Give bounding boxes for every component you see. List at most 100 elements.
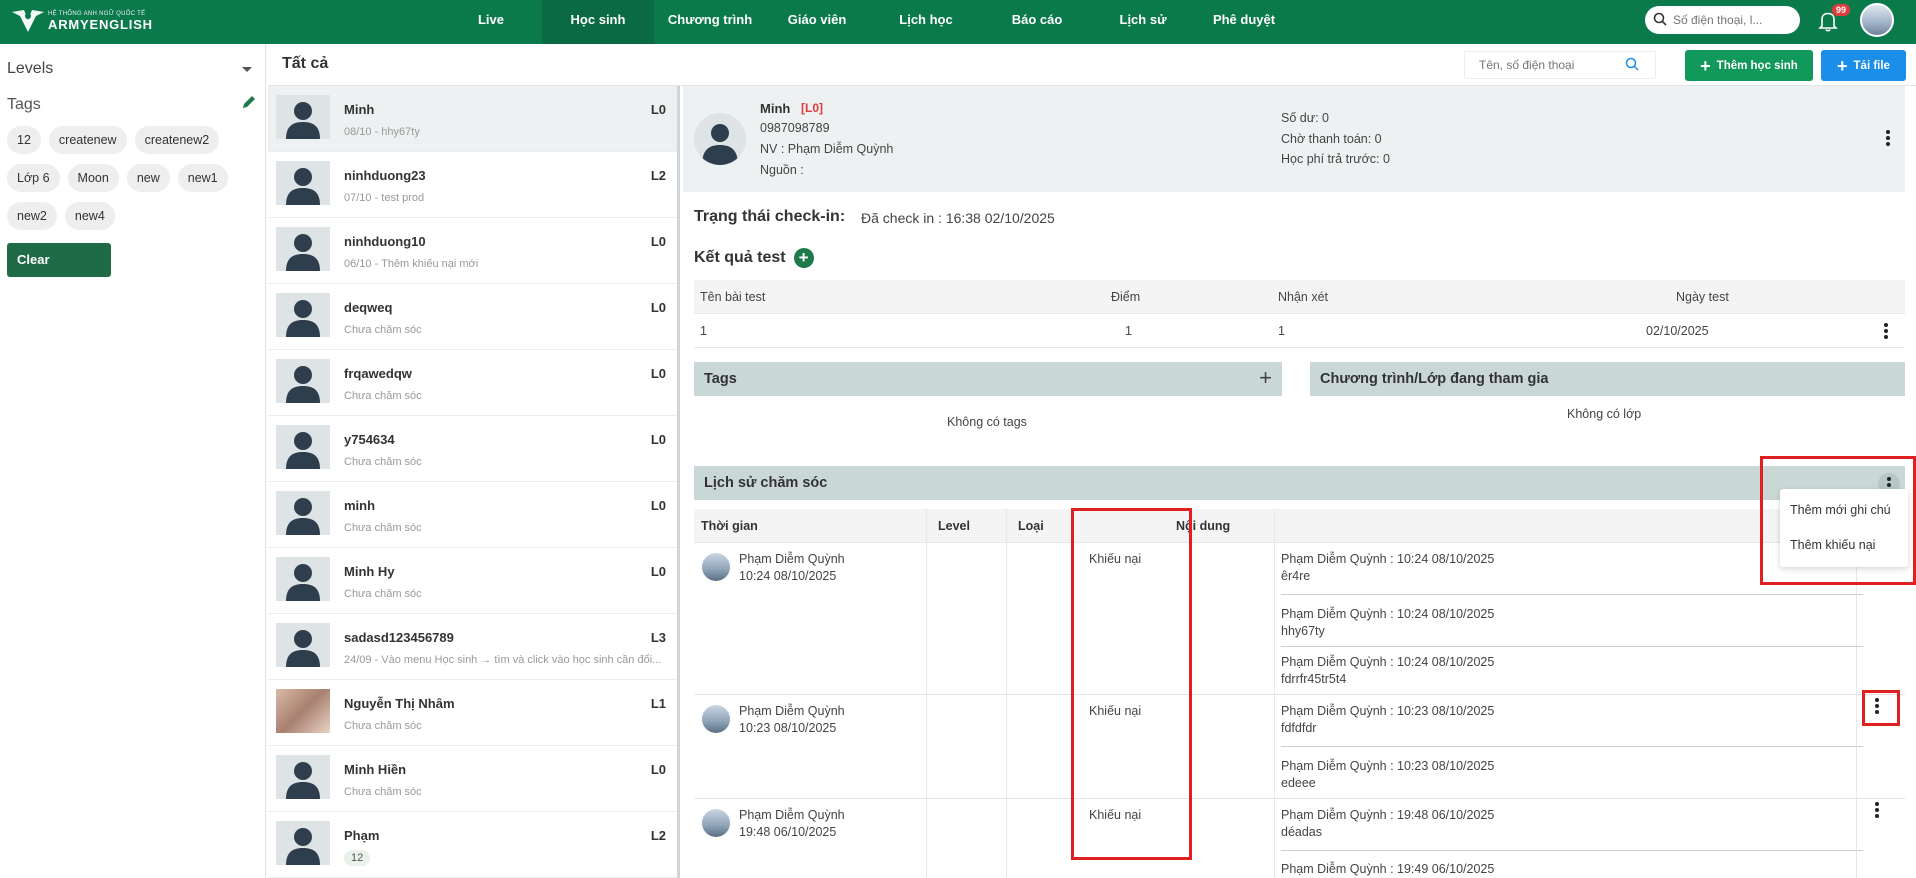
student-row[interactable]: Nguyễn Thị Nhâm Chưa chăm sóc L1 [268,680,677,746]
student-search-input[interactable] [1465,58,1625,72]
student-level: L0 [650,366,666,381]
top-search-input[interactable] [1673,13,1793,27]
student-note: Chưa chăm sóc [344,720,422,732]
highlight-box [1760,456,1916,585]
student-name: ninhduong23 [344,168,426,183]
tag-chip-list: 12 createnew createnew2 Lớp 6 Moon new n… [7,126,257,230]
student-note: 08/10 - hhy67ty [344,126,420,138]
student-row[interactable]: Phạm 12 L2 [268,812,677,878]
tag-chip[interactable]: new4 [64,202,115,230]
search-icon[interactable] [1625,57,1639,74]
profile-prepaid: Học phí trả trước: 0 [1281,152,1390,166]
student-level: L1 [650,696,666,711]
checkin-label: Trạng thái check-in: [694,208,846,225]
student-level: L0 [650,564,666,579]
add-test-icon[interactable]: + [793,248,814,268]
tag-chip[interactable]: Moon [67,164,119,192]
student-note: Chưa chăm sóc [344,324,422,336]
row-divider [694,798,1905,799]
search-icon [1653,12,1667,29]
more-options-icon[interactable] [1886,130,1890,148]
default-avatar-icon [276,359,330,403]
nav-item-chuong-trinh[interactable]: Chương trình [654,0,766,44]
brand-logo[interactable]: HỆ THỐNG ANH NGỮ QUỐC TẾ ARMYENGLISH [10,6,153,36]
default-avatar-icon [276,623,330,667]
add-tag-icon[interactable]: + [1259,365,1272,391]
student-level: L0 [650,432,666,447]
student-name: y754634 [344,432,395,447]
avatar [702,705,730,733]
tag-chip[interactable]: new2 [7,202,57,230]
history-time: 19:48 06/10/2025 [739,825,837,839]
student-name: sadasd123456789 [344,630,454,645]
filter-panel: Levels Tags 12 createnew createnew2 Lớp … [0,44,266,878]
student-row[interactable]: Minh Hiền Chưa chăm sóc L0 [268,746,677,812]
upload-file-button[interactable]: + Tải file [1821,50,1906,81]
avatar [702,553,730,581]
edit-pencil-icon[interactable] [241,94,257,115]
tag-chip[interactable]: new [126,164,170,192]
student-row[interactable]: ninhduong23 07/10 - test prod L2 [268,152,677,218]
levels-dropdown[interactable]: Levels [7,56,252,82]
more-options-icon[interactable] [1875,802,1879,820]
top-search-box[interactable] [1645,6,1800,34]
add-student-button[interactable]: + Thêm học sinh [1685,50,1813,81]
highlight-box [1071,508,1192,860]
classes-section-title: Chương trình/Lớp đang tham gia [1320,371,1549,387]
student-row[interactable]: deqweq Chưa chăm sóc L0 [268,284,677,350]
entry-divider [1281,850,1863,851]
tag-chip[interactable]: Lớp 6 [7,164,60,192]
tag-chip[interactable]: createnew [48,126,127,154]
user-avatar[interactable] [1860,3,1894,37]
top-navbar: HỆ THỐNG ANH NGỮ QUỐC TẾ ARMYENGLISH Liv… [0,0,1916,44]
student-note: 07/10 - test prod [344,192,425,204]
student-row[interactable]: minh Chưa chăm sóc L0 [268,482,677,548]
row-divider [694,694,1905,695]
student-row[interactable]: sadasd123456789 24/09 - Vào menu Học sin… [268,614,677,680]
tag-chip[interactable]: createnew2 [134,126,220,154]
test-results-title: Kết quả test [694,249,786,266]
student-row[interactable]: frqawedqw Chưa chăm sóc L0 [268,350,677,416]
nav-item-lich-su[interactable]: Lịch sử [1090,0,1196,44]
profile-staff: NV : Phạm Diễm Quỳnh [760,142,894,156]
student-list: Minh 08/10 - hhy67ty L0 ninhduong23 07/1… [268,86,680,878]
history-entry-body: fdfdfdr [1281,721,1317,735]
student-level: L3 [650,630,666,645]
logo-emblem-icon [10,6,46,36]
nav-item-lich-hoc[interactable]: Lịch học [868,0,984,44]
student-name: minh [344,498,376,513]
history-entry-head: Phạm Diễm Quỳnh : 10:24 08/10/2025 [1281,552,1495,566]
nav-item-giao-vien[interactable]: Giáo viên [766,0,868,44]
nav-item-live[interactable]: Live [440,0,542,44]
student-name: Minh Hiền [344,762,407,777]
more-options-icon[interactable] [1884,323,1888,341]
page-title: Tất cả [282,55,329,72]
history-entry-head: Phạm Diễm Quỳnh : 10:23 08/10/2025 [1281,704,1495,718]
student-row[interactable]: ninhduong10 06/10 - Thêm khiếu nại mới L… [268,218,677,284]
tag-chip[interactable]: new1 [177,164,228,192]
tags-empty-text: Không có tags [947,415,1027,429]
student-row[interactable]: y754634 Chưa chăm sóc L0 [268,416,677,482]
column-header: Tên bài test [700,290,766,304]
history-entry-body: hhy67ty [1281,624,1325,638]
brand-subtitle: HỆ THỐNG ANH NGỮ QUỐC TẾ [48,10,146,17]
student-name: ninhduong10 [344,234,426,249]
test-date-cell: 02/10/2025 [1646,324,1709,338]
nav-item-bao-cao[interactable]: Báo cáo [984,0,1090,44]
classes-empty-text: Không có lớp [1567,407,1642,421]
list-header: Tất cả + Thêm học sinh + Tải file [268,44,1916,86]
history-time: 10:24 08/10/2025 [739,569,837,583]
student-search-box[interactable] [1464,51,1656,79]
default-avatar-icon [276,755,330,799]
profile-phone: 0987098789 [760,121,830,135]
profile-balance: Số dư: 0 [1281,111,1329,125]
nav-item-hoc-sinh[interactable]: Học sinh [542,0,654,44]
tag-chip[interactable]: 12 [7,126,41,154]
clear-filters-button[interactable]: Clear [7,243,111,277]
student-row[interactable]: Minh Hy Chưa chăm sóc L0 [268,548,677,614]
student-level: L0 [650,234,666,249]
nav-item-phe-duyet[interactable]: Phê duyệt [1196,0,1292,44]
student-row[interactable]: Minh 08/10 - hhy67ty L0 [268,86,677,152]
profile-name: Minh [760,101,791,116]
notification-badge: 99 [1832,4,1851,16]
